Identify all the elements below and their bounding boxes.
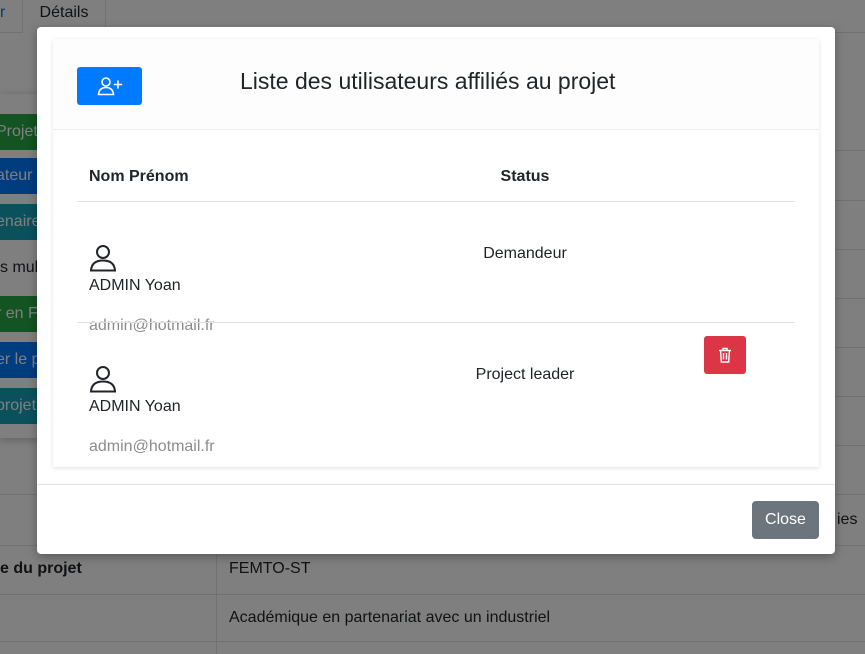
table-header-divider [77,201,795,202]
add-user-button[interactable] [77,67,142,105]
users-card: Liste des utilisateurs affiliés au proje… [53,39,819,467]
card-header: Liste des utilisateurs affiliés au proje… [53,39,819,130]
person-icon [89,366,117,393]
user-status: Demandeur [483,245,567,262]
user-name: ADMIN Yoan [89,398,181,415]
trash-icon [719,347,731,363]
column-header-name: Nom Prénom [89,168,189,185]
column-header-status: Status [500,168,550,185]
user-status: Project leader [475,366,575,383]
user-name: ADMIN Yoan [89,277,181,294]
user-email: admin@hotmail.fr [89,438,215,455]
modal-footer-divider [37,484,835,485]
table-row-divider [77,322,795,323]
person-icon [89,245,117,272]
user-email: admin@hotmail.fr [89,317,215,334]
modal-title: Liste des utilisateurs affiliés au proje… [240,68,616,94]
users-modal: × Liste des utilisateurs affiliés au pro… [37,27,835,554]
close-button[interactable]: Close [752,501,819,539]
delete-user-button[interactable] [704,336,746,374]
person-plus-icon [97,77,122,96]
